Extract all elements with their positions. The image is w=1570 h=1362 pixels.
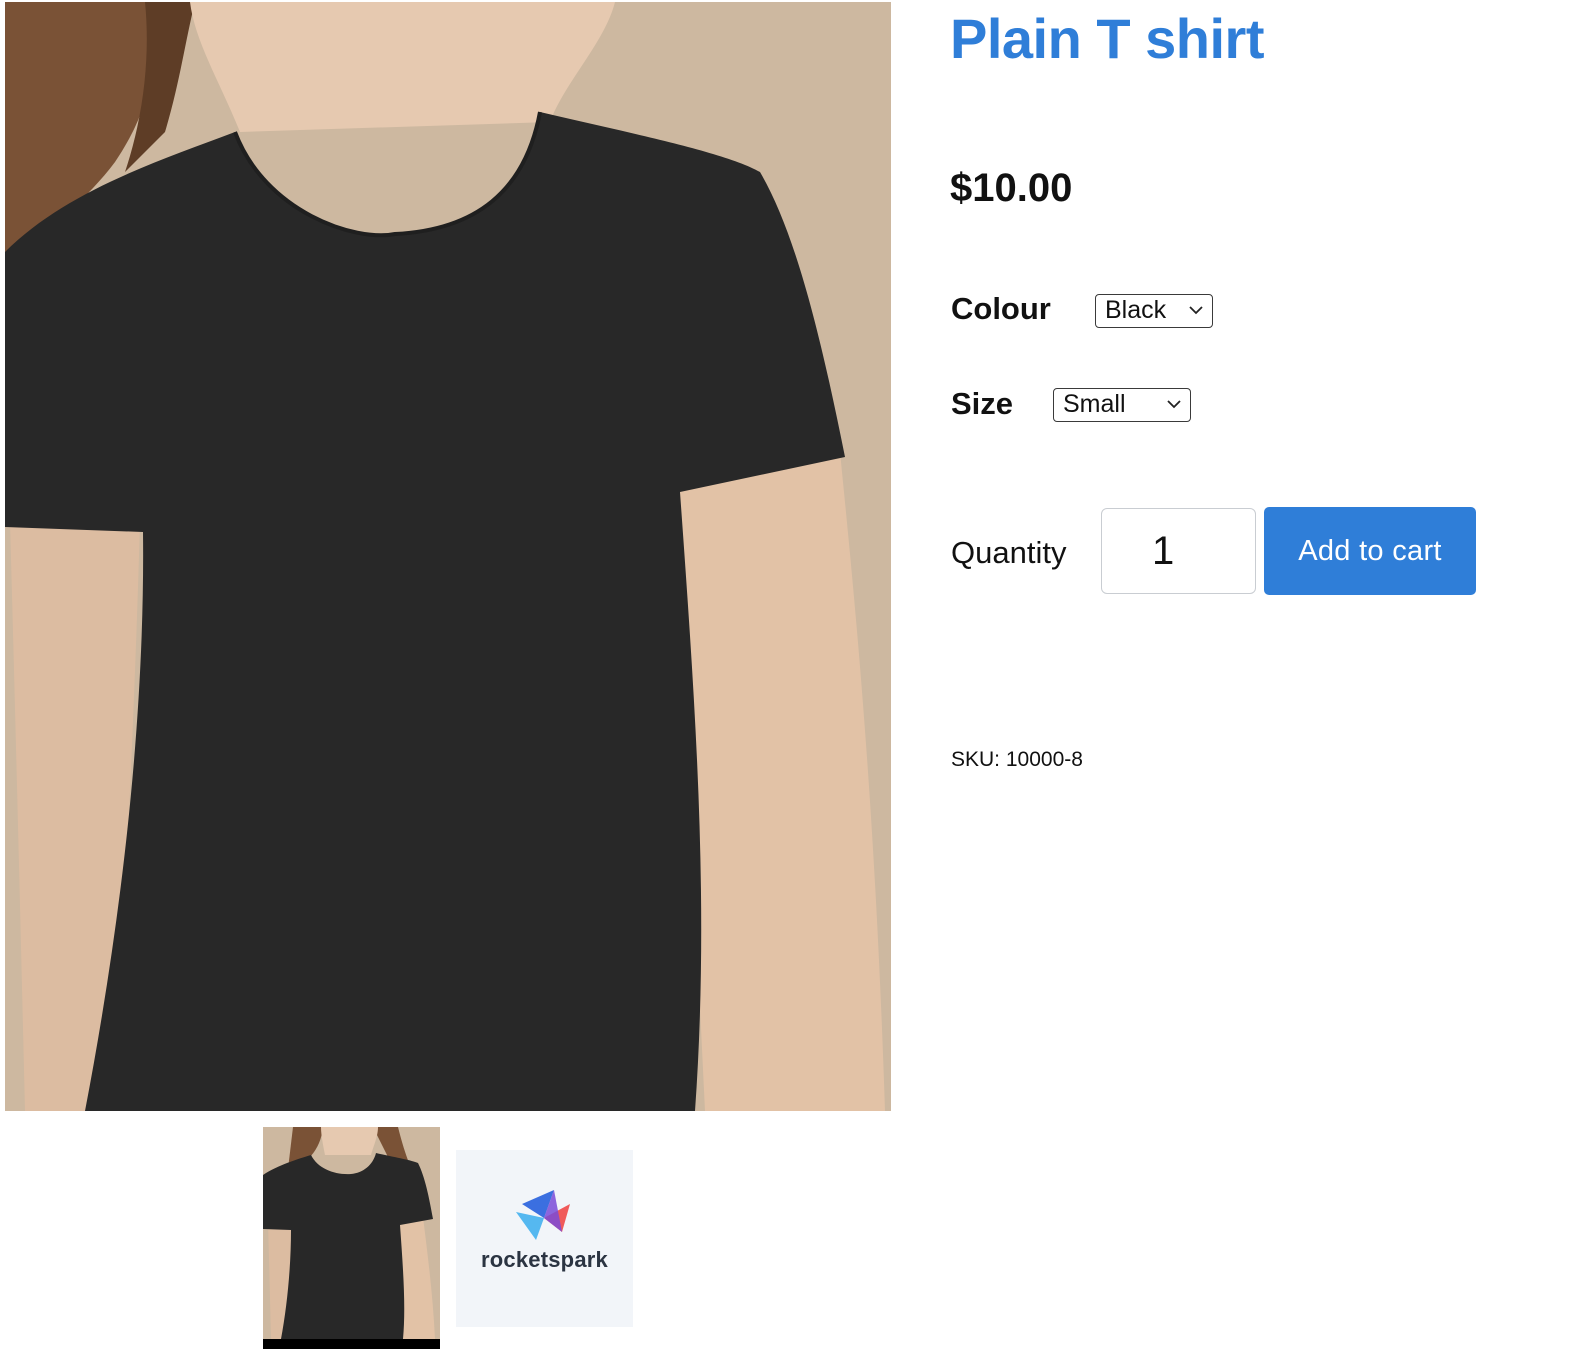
product-sku: SKU: 10000-8 [951,748,1083,771]
size-select[interactable]: Small [1053,388,1191,422]
colour-selected-value: Black [1105,296,1167,324]
thumbnail-brand-logo[interactable]: rocketspark [456,1150,633,1327]
add-to-cart-button[interactable]: Add to cart [1264,507,1476,595]
colour-select[interactable]: Black [1095,294,1213,328]
product-price: $10.00 [950,166,1073,210]
thumbnail-tshirt-image [263,1127,440,1339]
rocketspark-logo-icon [516,1190,570,1240]
neck-skin [190,2,615,132]
chevron-down-icon [1189,306,1203,315]
logo-wordmark: rocketspark [481,1247,608,1272]
quantity-input[interactable] [1101,508,1256,594]
chevron-down-icon [1167,400,1181,409]
colour-label: Colour [951,291,1051,326]
quantity-label: Quantity [951,535,1067,570]
size-selected-value: Small [1063,390,1126,418]
tshirt-photo [5,2,891,1111]
product-page: rocketspark Plain T shirt $10.00 Colour … [0,0,1570,1362]
main-product-image [5,2,891,1111]
thumbnail-product-photo[interactable] [263,1127,440,1349]
product-title: Plain T shirt [950,7,1265,70]
active-thumbnail-indicator [263,1339,440,1349]
size-label: Size [951,386,1014,421]
